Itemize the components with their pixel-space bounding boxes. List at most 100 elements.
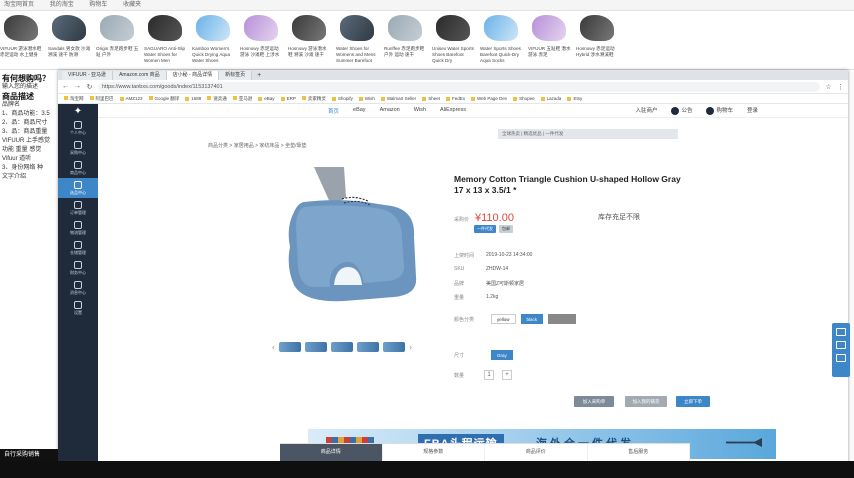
product-thumbnail[interactable]: Origin 赤足跑步鞋 五趾 户外: [96, 12, 139, 68]
menu-icon[interactable]: ⋮: [837, 83, 844, 91]
thumbnail[interactable]: [305, 342, 327, 352]
bookmark-item[interactable]: 速卖通: [207, 96, 227, 102]
service-icon[interactable]: [836, 341, 846, 349]
top-nav-link[interactable]: 首页: [328, 107, 339, 115]
detail-tab[interactable]: 商品详情: [280, 444, 383, 461]
bookmark-item[interactable]: 1688: [185, 96, 201, 101]
login-link[interactable]: 登录: [747, 106, 758, 114]
bookmark-item[interactable]: Sheet: [422, 96, 440, 101]
shoe-image: [292, 15, 326, 41]
merchant-link[interactable]: 入驻商户: [635, 106, 657, 114]
taskbar: [0, 461, 854, 478]
topline-link[interactable]: 收藏夹: [123, 2, 141, 8]
quantity-stepper[interactable]: 1: [484, 370, 494, 380]
bookmark-item[interactable]: ERP: [281, 96, 296, 101]
bookmark-item[interactable]: Lazada: [541, 96, 562, 101]
product-thumbnail[interactable]: Runffee 赤足跑步鞋 户外 运动 速干: [384, 12, 427, 68]
bookmark-item[interactable]: FedEx: [446, 96, 465, 101]
product-thumbnail[interactable]: VIFUUR 游泳潜水鞋 赤足运动 水上健身: [0, 12, 43, 68]
bookmark-item[interactable]: Walmart Seller: [381, 96, 416, 101]
sidebar-item[interactable]: 商品中心: [58, 158, 98, 178]
chat-icon[interactable]: [836, 328, 846, 336]
color-option-dark[interactable]: [548, 314, 577, 324]
detail-tab[interactable]: 规格参数: [383, 444, 485, 461]
sidebar-item[interactable]: 选品中心: [58, 178, 98, 198]
top-icon[interactable]: [836, 354, 846, 362]
bookmark-item[interactable]: AMZ123: [120, 96, 143, 101]
new-tab-icon[interactable]: +: [252, 71, 266, 80]
sidebar-item[interactable]: 仓储管理: [58, 238, 98, 258]
product-thumbnail[interactable]: Sandals 男女款 沙滩 溯溪 速干 防滑: [48, 12, 91, 68]
product-thumbnail[interactable]: Water Sports Shoes Barefoot Quick-Dry Aq…: [480, 12, 523, 68]
logo-icon[interactable]: ✦: [58, 104, 98, 118]
sidebar-item[interactable]: 物流管理: [58, 218, 98, 238]
product-thumbnail[interactable]: SAGUARO Anti-Slip Water Shoes for Women …: [144, 12, 187, 68]
back-icon[interactable]: ←: [62, 83, 69, 90]
bookmark-item[interactable]: Etsy: [567, 96, 582, 101]
bookmark-item[interactable]: eBay: [258, 96, 274, 101]
size-option[interactable]: Gray: [491, 350, 513, 360]
product-thumbnail[interactable]: Hosnowy 赤足运动 游泳 沙滩鞋 上涉水: [240, 12, 283, 68]
top-nav-link[interactable]: eBay: [353, 107, 366, 115]
thumbnail[interactable]: [383, 342, 405, 352]
chevron-left-icon[interactable]: ‹: [272, 342, 275, 352]
forward-icon[interactable]: →: [74, 83, 81, 90]
add-to-listing-button[interactable]: 加入我的铺货: [625, 396, 667, 407]
product-thumbnail[interactable]: Unisex Water Sports Shoes Barefoot Quick…: [432, 12, 475, 68]
star-icon[interactable]: ☆: [825, 83, 832, 91]
top-nav-link[interactable]: AliExpress: [440, 107, 466, 115]
top-nav: 首页 eBay Amazon Wish AliExpress 入驻商户 公告 购物车 登…: [98, 104, 848, 118]
thumbnail[interactable]: [279, 342, 301, 352]
top-nav-link[interactable]: Amazon: [380, 107, 400, 115]
floating-toolbar[interactable]: [832, 323, 850, 377]
sidebar-item[interactable]: 消息中心: [58, 278, 98, 298]
product-thumbnail[interactable]: Hosnowy 游泳潜水鞋 溯溪 沙滩 速干: [288, 12, 331, 68]
bookmark-item[interactable]: Shopify: [332, 96, 353, 101]
attribute-key: 上架时间: [454, 252, 475, 259]
url-input[interactable]: https://www.tanbxs.com/goods/index/11531…: [98, 81, 820, 92]
product-thumbnail[interactable]: Hosnowy 赤足运动 Hybrid 涉水溯溪鞋: [576, 12, 619, 68]
browser-tab-active[interactable]: 店小秘 - 商品详情: [166, 71, 220, 80]
bookmark-item[interactable]: 卖家精灵: [302, 96, 326, 102]
bookmark-item[interactable]: 亚马逊: [233, 96, 253, 102]
top-nav-link[interactable]: Wish: [414, 107, 426, 115]
add-to-purchase-button[interactable]: 加入采购单: [574, 396, 614, 407]
product-thumbnail[interactable]: Water Shoes for Womens and Mens Summer B…: [336, 12, 379, 68]
reload-icon[interactable]: ↻: [86, 83, 93, 91]
sidebar-item[interactable]: 财务中心: [58, 258, 98, 278]
bookmark-item[interactable]: Shopee: [513, 96, 535, 101]
bookmark-item[interactable]: Wish: [359, 96, 375, 101]
sidebar-item[interactable]: 设置: [58, 298, 98, 318]
sidebar-item[interactable]: 订单管理: [58, 198, 98, 218]
product-thumbnail[interactable]: VIFUUR 五趾鞋 潜水 游泳 赤足: [528, 12, 571, 68]
browser-tab[interactable]: VIFUUR - 亚马逊: [62, 71, 114, 80]
topline-link[interactable]: 我的淘宝: [50, 2, 74, 8]
buy-now-button[interactable]: 立即下单: [676, 396, 710, 407]
chevron-right-icon[interactable]: ›: [409, 342, 412, 352]
bookmark-item[interactable]: 淘宝网: [64, 96, 84, 102]
bookmark-item[interactable]: Web Page Dev: [471, 96, 507, 101]
size-options: 尺寸 Gray: [454, 350, 513, 360]
plus-icon[interactable]: +: [502, 370, 512, 380]
browser-tab[interactable]: Amazon.com 商品: [113, 71, 167, 80]
product-image[interactable]: [284, 167, 420, 307]
bookmark-item[interactable]: 阿里巴巴: [90, 96, 114, 102]
bg-heading: 商品描述: [2, 92, 34, 101]
detail-tab[interactable]: 商品评价: [485, 444, 588, 461]
color-option-yellow[interactable]: yellow: [491, 314, 516, 324]
color-option-black[interactable]: black: [520, 314, 544, 324]
breadcrumb[interactable]: 商品分类 > 家居用品 > 家纺床品 > 坐垫/靠垫: [208, 142, 307, 149]
detail-tabs: 商品详情 规格参数 商品评价 售后服务: [280, 443, 690, 461]
sidebar-item[interactable]: 个人中心: [58, 118, 98, 138]
browser-tab[interactable]: 新标签页: [219, 71, 253, 80]
detail-tab[interactable]: 售后服务: [588, 444, 690, 461]
bookmark-item[interactable]: Google 翻译: [149, 96, 180, 102]
thumbnail[interactable]: [331, 342, 353, 352]
notice-link[interactable]: 公告: [671, 106, 692, 115]
product-thumbnail[interactable]: Kamboo Women's Quick Drying Aqua Water S…: [192, 12, 235, 68]
topline-link[interactable]: 淘宝网首页: [4, 2, 34, 8]
cart-link[interactable]: 购物车: [706, 106, 733, 115]
thumbnail[interactable]: [357, 342, 379, 352]
sidebar-item[interactable]: 采购中心: [58, 138, 98, 158]
topline-link[interactable]: 购物车: [89, 2, 107, 8]
